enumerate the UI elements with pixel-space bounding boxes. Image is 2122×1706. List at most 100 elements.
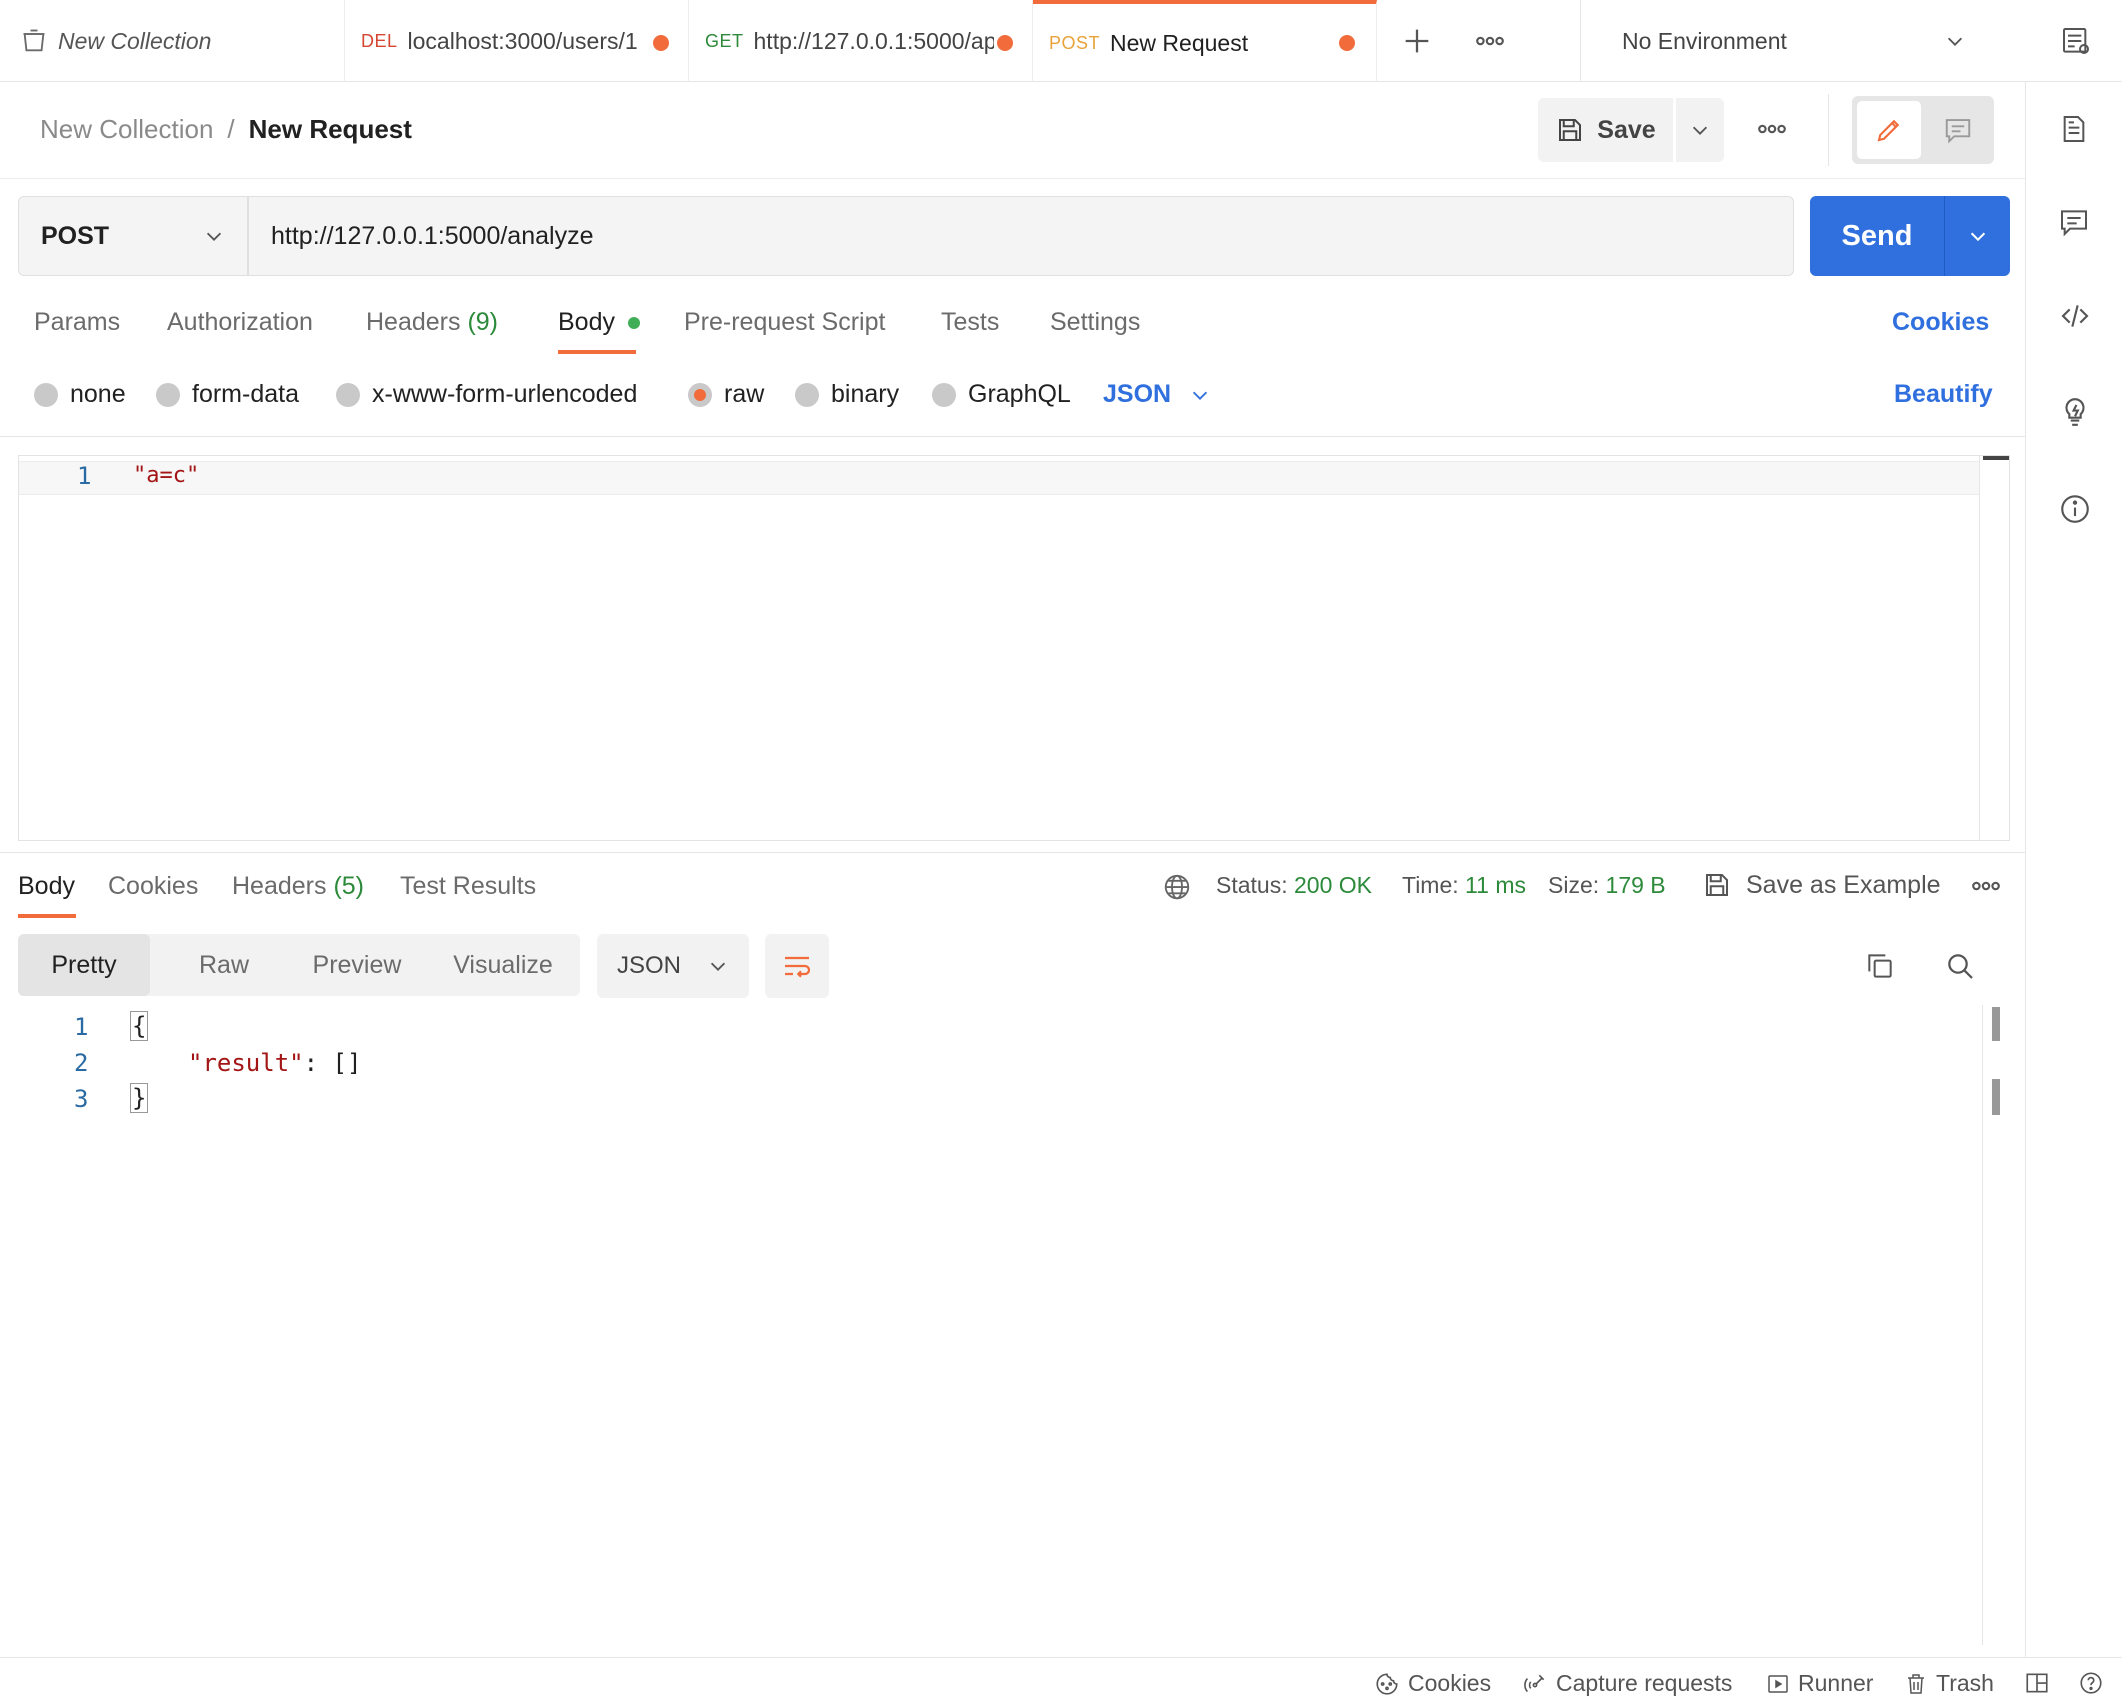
tab-tests[interactable]: Tests [941,308,999,337]
tab-headers-label: Headers [366,308,461,336]
tab-authorization[interactable]: Authorization [167,308,313,337]
view-pretty-button[interactable]: Pretty [18,934,150,996]
radio-label: raw [724,380,765,408]
send-label: Send [1841,219,1913,252]
tab-new-collection[interactable]: New Collection [0,0,345,82]
divider [1982,1005,1983,1645]
save-as-example-label: Save as Example [1746,870,1941,899]
response-body-viewer[interactable]: 1 { 2 "result": [] 3 } [18,1005,2010,1645]
search-icon[interactable] [1944,950,1976,982]
response-format-select[interactable]: JSON [597,934,749,998]
code-icon[interactable] [2058,300,2092,332]
help-icon[interactable] [2078,1670,2104,1696]
tab-settings[interactable]: Settings [1050,308,1140,337]
response-format-value: JSON [616,952,681,979]
tab-delete-request[interactable]: DEL localhost:3000/users/1 [345,0,689,82]
headers-count: (5) [333,872,365,900]
documentation-icon[interactable] [2058,112,2090,146]
body-format-value: JSON [1103,380,1172,408]
new-tab-button[interactable] [1400,24,1434,58]
scrollbar-thumb[interactable] [1983,456,2009,460]
url-input[interactable]: http://127.0.0.1:5000/analyze [248,196,1794,276]
copy-icon[interactable] [1864,950,1896,982]
view-raw-button[interactable]: Raw [150,934,298,996]
environment-quick-look-icon[interactable] [2060,24,2092,58]
environment-select[interactable]: No Environment [1600,0,1980,82]
tab-headers-label: Headers [232,872,327,900]
response-tab-cookies[interactable]: Cookies [108,872,198,901]
response-time: Time: 11 ms [1402,872,1526,899]
comment-icon [1943,115,1973,145]
save-as-example-button[interactable]: Save as Example [1702,870,1941,900]
globe-icon[interactable] [1162,872,1192,902]
response-more-icon[interactable] [1970,874,2002,898]
divider [0,436,2025,437]
size-label: Size: [1548,872,1600,898]
footer-cookies-button[interactable]: Cookies [1374,1670,1491,1697]
comment-mode-button[interactable] [1926,101,1990,159]
trash-label: Trash [1936,1670,1994,1696]
method-badge: POST [1049,32,1101,53]
radio-label: form-data [192,380,299,408]
body-indicator-dot [627,317,640,330]
save-label: Save [1597,115,1656,144]
response-tab-body[interactable]: Body [18,872,75,901]
two-pane-icon[interactable] [2024,1670,2050,1696]
scrollbar-thumb[interactable] [1992,1079,2000,1115]
request-body-editor[interactable]: 1 "a=c" [18,455,2010,841]
body-type-urlencoded[interactable]: x-www-form-urlencoded [336,380,637,409]
lightbulb-icon[interactable] [2058,394,2092,430]
beautify-link[interactable]: Beautify [1894,380,1993,409]
tab-prerequest-script[interactable]: Pre-request Script [684,308,885,337]
chevron-down-icon [1689,119,1711,141]
send-options-button[interactable] [1945,196,2010,276]
body-type-none[interactable]: none [34,380,126,409]
breadcrumb-collection[interactable]: New Collection [40,114,213,145]
body-format-select[interactable]: JSON [1103,380,1211,409]
edit-mode-button[interactable] [1857,101,1921,159]
code-line: "a=c" [133,463,200,488]
send-button[interactable]: Send [1810,196,2010,276]
radio-label: GraphQL [968,380,1071,408]
more-actions-icon[interactable] [1756,114,1788,144]
save-icon [1555,115,1585,145]
breadcrumb-request[interactable]: New Request [249,114,412,145]
tab-post-request[interactable]: POST New Request [1033,0,1377,82]
right-sidebar [2025,82,2122,1657]
capture-requests-label: Capture requests [1556,1670,1733,1696]
response-tab-headers[interactable]: Headers (5) [232,872,364,901]
comments-icon[interactable] [2058,206,2090,238]
radio-label: binary [831,380,900,408]
view-preview-button[interactable]: Preview [288,934,426,996]
runner-button[interactable]: Runner [1766,1670,1873,1697]
response-tab-test-results[interactable]: Test Results [400,872,536,901]
cookies-link[interactable]: Cookies [1892,308,1989,337]
tab-params[interactable]: Params [34,308,120,337]
breadcrumb: New Collection / New Request [40,114,412,145]
radio-button [156,382,180,407]
code-line: { [130,1011,149,1041]
info-icon[interactable] [2058,492,2092,526]
more-tabs-icon[interactable] [1474,26,1506,56]
trash-button[interactable]: Trash [1904,1670,1994,1697]
code-line: } [130,1083,149,1113]
tab-body[interactable]: Body [558,308,640,337]
body-type-form-data[interactable]: form-data [156,380,299,409]
view-visualize-button[interactable]: Visualize [428,934,578,996]
line-number: 1 [74,1013,89,1041]
radio-button [34,382,58,407]
status-value: 200 OK [1294,872,1372,898]
scrollbar-thumb[interactable] [1992,1007,2000,1041]
tab-get-request[interactable]: GET http://127.0.0.1:5000/ap [689,0,1033,82]
body-type-graphql[interactable]: GraphQL [932,380,1071,409]
save-button[interactable]: Save [1538,98,1673,162]
tab-headers[interactable]: Headers (9) [366,308,498,337]
body-type-raw[interactable]: raw [688,380,764,409]
save-options-button[interactable] [1676,98,1724,162]
body-type-binary[interactable]: binary [795,380,899,409]
wrap-lines-button[interactable] [765,934,829,998]
environment-label: No Environment [1622,27,1787,54]
method-select[interactable]: POST [18,196,248,276]
tab-label: http://127.0.0.1:5000/ap [753,27,994,54]
capture-requests-button[interactable]: Capture requests [1522,1670,1732,1697]
